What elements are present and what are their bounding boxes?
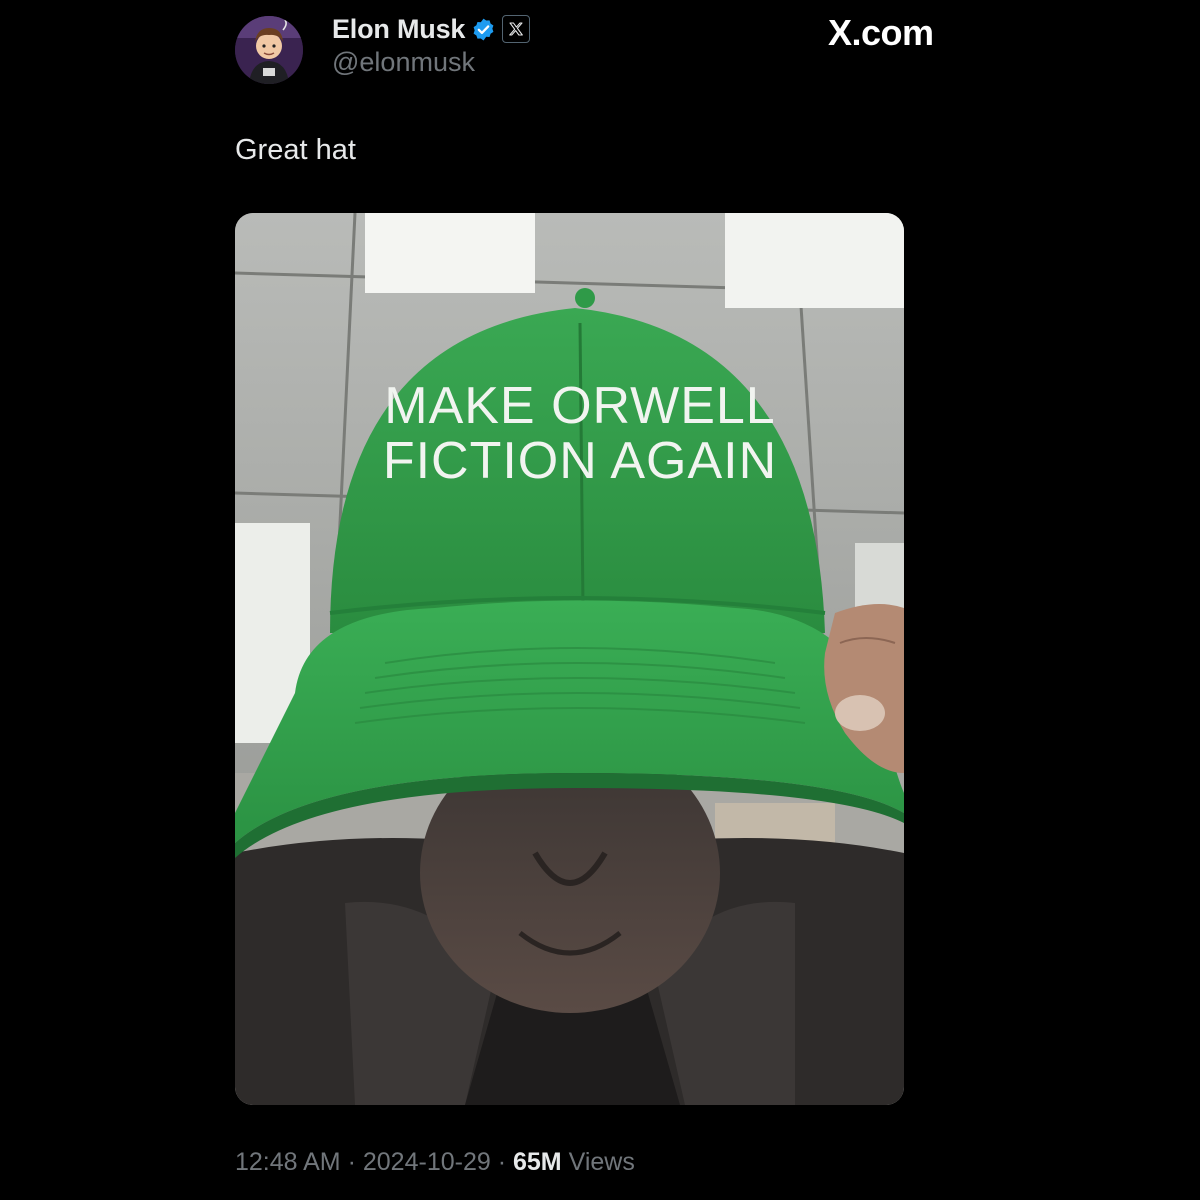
meta-separator: · <box>347 1148 356 1176</box>
author-name-row: Elon Musk <box>332 12 531 46</box>
hat-text-line1: MAKE ORWELL <box>384 377 775 435</box>
x-logo-icon[interactable] <box>502 15 531 43</box>
avatar[interactable] <box>235 16 303 84</box>
author-handle[interactable]: @elonmusk <box>332 47 475 78</box>
tweet-date[interactable]: 2024-10-29 <box>363 1148 491 1176</box>
verified-badge-icon <box>471 17 496 42</box>
hat-text-line2: FICTION AGAIN <box>383 432 777 490</box>
views-count: 65M <box>513 1148 562 1176</box>
tweet-text: Great hat <box>235 134 356 166</box>
site-label: X.com <box>828 12 934 53</box>
meta-separator: · <box>497 1148 507 1176</box>
tweet-meta: 12:48 AM · 2024-10-29 · 65M Views <box>235 1148 635 1177</box>
views-label: Views <box>568 1148 635 1176</box>
tweet-screenshot: Elon Musk @elonmusk X.com Great hat MAKE… <box>0 0 1200 1200</box>
tweet-time[interactable]: 12:48 AM <box>235 1148 341 1176</box>
tweet-photo[interactable]: MAKE ORWELL FICTION AGAIN <box>235 213 904 1105</box>
author-display-name[interactable]: Elon Musk <box>332 14 465 45</box>
avatar-icon <box>235 16 303 84</box>
